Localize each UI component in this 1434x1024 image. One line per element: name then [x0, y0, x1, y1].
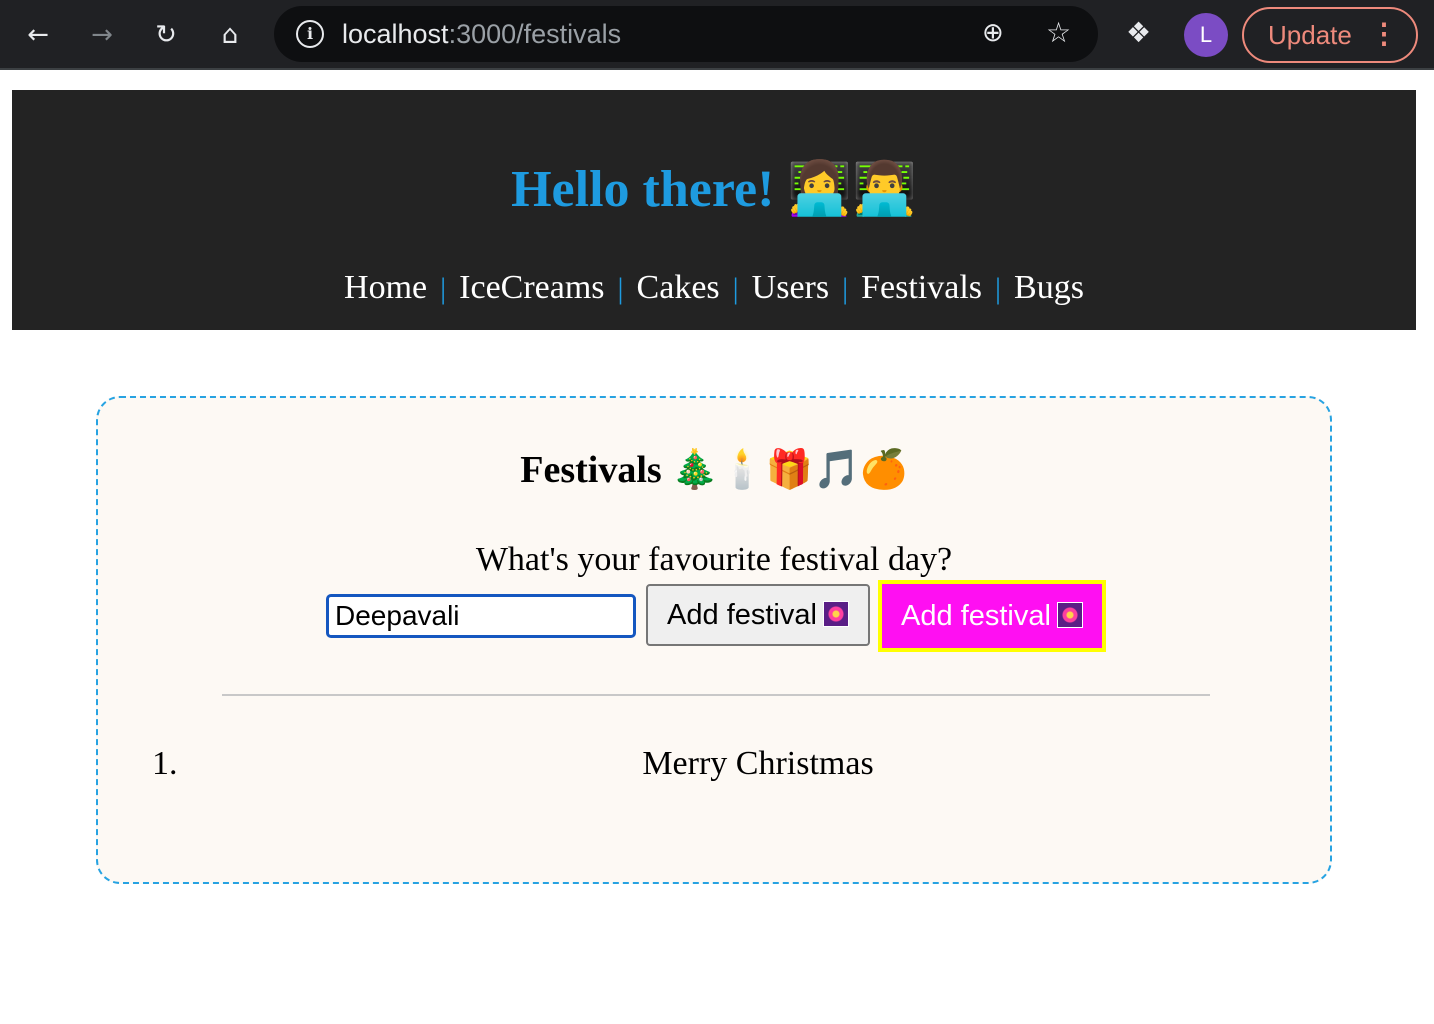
add-festival-styled-button[interactable]: Add festival	[878, 580, 1106, 652]
title-text: Hello there!	[511, 161, 775, 218]
nav-separator: |	[617, 272, 624, 305]
festival-question: What's your favourite festival day?	[475, 541, 953, 578]
nav-link-bugs[interactable]: Bugs	[1014, 269, 1084, 306]
nav-separator: |	[732, 272, 739, 305]
list-item: 1. Merry Christmas	[98, 742, 1330, 786]
bookmark-star-icon[interactable]: ☆	[1046, 16, 1071, 49]
nav-link-icecreams[interactable]: IceCreams	[459, 269, 604, 306]
menu-dots-icon[interactable]: ⋮	[1370, 9, 1398, 59]
nav-separator: |	[440, 272, 447, 305]
add-festival-label: Add festival	[667, 598, 817, 631]
site-info-icon[interactable]: i	[296, 20, 324, 48]
update-label: Update	[1268, 20, 1352, 50]
app-header: Hello there! 👩‍💻👨‍💻 Home | IceCreams | Cakes…	[12, 90, 1416, 330]
fireworks-icon	[822, 600, 849, 627]
extensions-puzzle-icon[interactable]: ❖	[1126, 16, 1151, 49]
reload-icon[interactable]: ↻	[148, 17, 184, 53]
main-nav: Home | IceCreams | Cakes | Users | Festivals | Bug…	[12, 266, 1416, 311]
add-festival-styled-label: Add festival	[901, 599, 1051, 632]
nav-separator: |	[842, 272, 849, 305]
add-festival-button[interactable]: Add festival	[646, 584, 870, 646]
back-arrow-icon[interactable]: ←	[20, 17, 56, 53]
festival-input[interactable]	[326, 594, 636, 638]
nav-link-festivals[interactable]: Festivals	[861, 269, 982, 306]
page-title: Hello there! 👩‍💻👨‍💻	[12, 150, 1416, 230]
festivals-heading: Festivals 🎄🕯️🎁🎵🍊	[98, 444, 1330, 496]
list-item-name: Merry Christmas	[642, 745, 874, 782]
zoom-icon[interactable]: ⊕	[982, 18, 1004, 48]
address-bar[interactable]: i localhost:3000/festivals ⊕ ☆	[274, 6, 1098, 62]
developer-emoji-icon: 👩‍💻👨‍💻	[787, 161, 917, 218]
nav-link-cakes[interactable]: Cakes	[637, 269, 720, 306]
update-button[interactable]: Update ⋮	[1242, 7, 1418, 63]
home-icon[interactable]: ⌂	[212, 17, 248, 53]
festivals-card: Festivals 🎄🕯️🎁🎵🍊 What's your favourite f…	[96, 396, 1332, 884]
festive-emoji-icon: 🎄🕯️🎁🎵🍊	[671, 449, 908, 491]
nav-link-users[interactable]: Users	[752, 269, 829, 306]
url-host: localhost	[342, 19, 449, 49]
divider	[222, 694, 1210, 696]
nav-link-home[interactable]: Home	[344, 269, 427, 306]
nav-separator: |	[995, 272, 1002, 305]
forward-arrow-icon[interactable]: →	[84, 17, 120, 53]
browser-toolbar: ← → ↻ ⌂ i localhost:3000/festivals ⊕ ☆ ❖…	[0, 0, 1434, 70]
profile-avatar[interactable]: L	[1184, 13, 1228, 57]
url-path: :3000/festivals	[448, 19, 622, 49]
festival-list: 1. Merry Christmas	[98, 742, 1330, 786]
fireworks-icon	[1056, 601, 1083, 628]
url-text[interactable]: localhost:3000/festivals	[342, 20, 621, 48]
festivals-title-text: Festivals	[520, 449, 662, 491]
